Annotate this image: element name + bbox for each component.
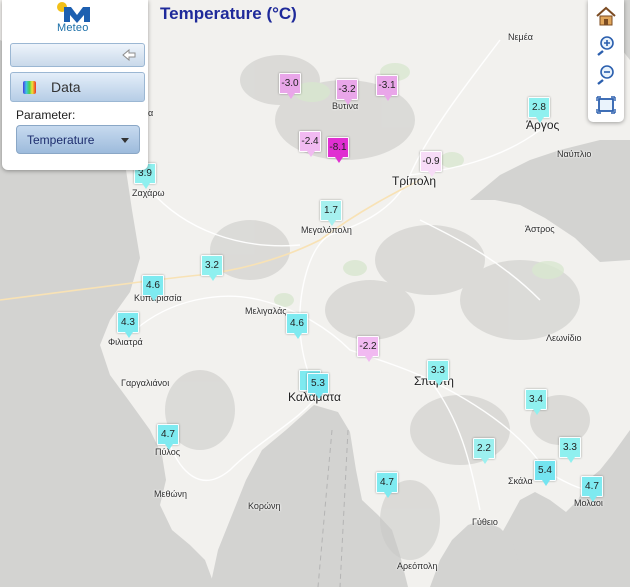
station-marker[interactable]: 4.7 (376, 472, 398, 498)
data-button[interactable]: Data (10, 72, 145, 102)
place-label: Γύθειο (472, 517, 498, 527)
data-button-label: Data (51, 79, 81, 95)
zoom-out-icon (597, 65, 614, 85)
place-label: Αρεόπολη (397, 561, 438, 571)
station-marker[interactable]: 4.6 (142, 275, 164, 301)
station-marker[interactable]: -2.4 (299, 131, 321, 157)
station-marker[interactable]: -0.9 (420, 151, 442, 177)
station-marker[interactable]: 4.7 (157, 424, 179, 450)
color-scale-icon (23, 81, 36, 94)
place-label: Μεγαλόπολη (301, 225, 352, 235)
station-marker[interactable]: -8.1 (327, 137, 349, 163)
place-label: Μελιγαλάς (245, 306, 287, 316)
zoom-in-button[interactable] (594, 33, 618, 57)
collapse-panel-button[interactable] (10, 43, 145, 67)
arrow-left-icon (122, 48, 136, 62)
fullscreen-button[interactable] (594, 93, 618, 117)
station-marker[interactable]: 3.3 (559, 437, 581, 463)
station-marker[interactable]: 2.8 (528, 97, 550, 123)
map-title: Temperature (°C) (160, 4, 297, 23)
place-label: Γαργαλιάνοι (121, 378, 170, 388)
station-marker[interactable]: -2.2 (357, 336, 379, 362)
place-label: Νεμέα (508, 32, 533, 42)
station-marker[interactable]: 1.7 (320, 200, 342, 226)
station-marker[interactable]: 4.6 (286, 313, 308, 339)
control-panel: Meteo Data Parameter: Temperature (2, 0, 148, 170)
station-marker[interactable]: 5.3 (307, 373, 329, 399)
station-marker[interactable]: 3.3 (427, 360, 449, 386)
place-label: Ζαχάρω (132, 188, 165, 198)
logo-text: Meteo (57, 22, 89, 34)
place-label: Φιλιατρά (108, 337, 143, 347)
place-label: Κορώνη (248, 501, 281, 511)
fullscreen-icon (596, 96, 616, 114)
place-label: Άστρος (525, 224, 555, 234)
place-label: Λεωνίδιο (546, 333, 582, 343)
place-label: Σκάλα (508, 476, 533, 486)
parameter-label: Parameter: (16, 108, 76, 122)
home-button[interactable] (594, 4, 618, 28)
station-marker[interactable]: 3.2 (201, 255, 223, 281)
zoom-in-icon (597, 36, 614, 56)
station-marker[interactable]: 4.3 (117, 312, 139, 338)
station-marker[interactable]: -3.0 (279, 73, 301, 99)
parameter-select-value: Temperature (27, 133, 95, 147)
chevron-down-icon (121, 138, 129, 143)
place-label: Μεθώνη (154, 489, 188, 499)
station-marker[interactable]: 2.2 (473, 438, 495, 464)
station-marker[interactable]: -3.1 (376, 75, 398, 101)
station-marker[interactable]: 3.4 (525, 389, 547, 415)
station-marker[interactable]: 4.7 (581, 476, 603, 502)
place-label: Ναύπλιο (557, 149, 592, 159)
map-toolbar (588, 0, 624, 122)
zoom-out-button[interactable] (594, 62, 618, 86)
station-marker[interactable]: 5.4 (534, 460, 556, 486)
station-marker[interactable]: -3.2 (336, 79, 358, 105)
home-icon (596, 6, 616, 26)
parameter-select[interactable]: Temperature (16, 125, 140, 154)
